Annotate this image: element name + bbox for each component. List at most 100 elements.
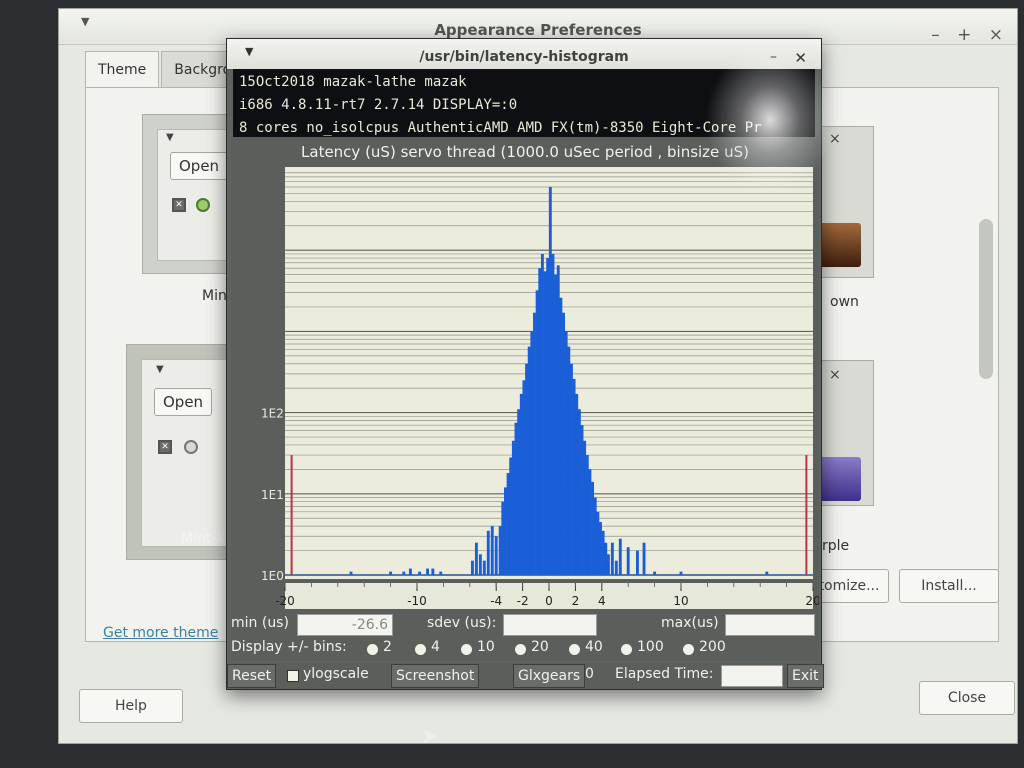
bin-radio-100[interactable] — [621, 644, 632, 655]
x-tick-label: -20 — [275, 594, 295, 608]
menu-arrow-icon: ▼ — [156, 364, 164, 375]
sdev-field[interactable] — [503, 614, 597, 636]
sdev-label: sdev (us): — [427, 615, 497, 631]
menu-arrow-icon: ▼ — [166, 132, 174, 143]
histogram-bar — [543, 271, 547, 575]
x-tick-label: 2 — [572, 594, 580, 608]
ylogscale-checkbox[interactable] — [287, 670, 299, 682]
x-tick-label: 0 — [545, 594, 553, 608]
histogram-bar — [511, 440, 515, 575]
histogram-bar — [474, 542, 478, 575]
reset-button[interactable]: Reset — [227, 664, 277, 688]
get-more-themes-link[interactable]: Get more theme — [103, 625, 218, 641]
radio-icon — [196, 198, 210, 212]
histogram-bar — [642, 542, 646, 575]
histogram-bar — [535, 290, 539, 575]
x-tick-label: 20 — [805, 594, 819, 608]
elapsed-field[interactable] — [721, 665, 783, 687]
open-button: Open — [154, 388, 213, 416]
histogram-bar — [494, 536, 498, 575]
histogram-bar — [583, 440, 587, 575]
histogram-bar — [538, 268, 542, 575]
histogram-bar — [551, 253, 555, 575]
scrollbar[interactable] — [979, 219, 993, 379]
histogram-bar — [564, 331, 568, 575]
bin-label-10: 10 — [477, 639, 495, 655]
action-row: Reset ylogscale Screenshot Glxgears 0 El… — [227, 663, 824, 689]
mouse-cursor-icon: ➤ — [421, 724, 440, 749]
histogram-bar — [635, 550, 639, 575]
histogram-bar — [556, 265, 560, 575]
bins-label: Display +/- bins: — [231, 639, 347, 655]
histogram-bar — [509, 457, 513, 575]
histogram-bar — [596, 511, 600, 575]
close-icon: × — [829, 367, 841, 383]
info-line-date-host: 15Oct2018 mazak-lathe mazak — [239, 74, 467, 90]
help-button[interactable]: Help — [79, 689, 183, 723]
bin-radio-10[interactable] — [461, 644, 472, 655]
histogram-bar — [559, 297, 563, 575]
histogram-bar — [431, 568, 435, 575]
histogram-bar — [418, 571, 422, 575]
histogram-bar — [679, 571, 683, 575]
histogram-bar — [402, 571, 406, 575]
histogram-title: /usr/bin/latency-histogram — [419, 49, 629, 65]
y-tick-label: 1E1 — [261, 488, 284, 502]
histogram-bar — [408, 568, 412, 575]
histogram-bar — [501, 501, 505, 575]
histogram-bar — [439, 571, 443, 575]
theme-label: rple — [822, 538, 850, 554]
window-controls-icon[interactable]: – + × — [931, 25, 1009, 45]
y-tick-label: 1E2 — [261, 407, 284, 421]
histogram-bar — [626, 547, 630, 575]
histogram-titlebar: ▼ /usr/bin/latency-histogram – ✕ — [227, 39, 821, 69]
bin-radio-20[interactable] — [515, 644, 526, 655]
elapsed-label: Elapsed Time: — [615, 666, 714, 682]
histogram-bar — [426, 568, 430, 575]
histogram-bar — [486, 530, 490, 575]
ylogscale-label: ylogscale — [303, 666, 369, 682]
bin-label-4: 4 — [431, 639, 440, 655]
exit-button[interactable]: Exit — [787, 664, 824, 688]
histogram-bar — [533, 312, 536, 575]
histogram-bar — [580, 425, 584, 575]
latency-histogram-window: ▼ /usr/bin/latency-histogram – ✕ 15Oct20… — [226, 38, 824, 690]
close-icon: × — [829, 131, 841, 147]
glxgears-count: 0 — [585, 666, 594, 682]
histogram-plot: 1E01E11E2-20 -10 -4 -2 0 2 4 10 20 — [261, 167, 819, 609]
y-tick-label: 1E0 — [261, 569, 284, 583]
histogram-bar — [540, 253, 544, 575]
minimize-icon[interactable]: – — [770, 49, 777, 65]
bin-radio-200[interactable] — [683, 644, 694, 655]
x-tick-label: -10 — [407, 594, 427, 608]
screenshot-button[interactable]: Screenshot — [391, 664, 480, 688]
histogram-bar — [503, 487, 507, 575]
histogram-bar — [554, 274, 558, 575]
histogram-bar — [567, 346, 571, 575]
glxgears-button[interactable]: Glxgears — [513, 664, 586, 688]
histogram-bar — [527, 346, 531, 575]
x-tick-label: -2 — [517, 594, 529, 608]
checkbox-icon: ✕ — [172, 198, 186, 212]
bin-radio-40[interactable] — [569, 644, 580, 655]
histogram-bar — [601, 530, 605, 575]
theme-label: Min — [202, 288, 227, 304]
min-field[interactable]: -26.6 — [297, 614, 393, 636]
histogram-bar — [490, 526, 494, 575]
histogram-bar — [591, 481, 595, 575]
bin-radio-4[interactable] — [415, 644, 426, 655]
bins-row: Display +/- bins: 2 4 10 20 40 100 200 — [231, 637, 819, 661]
radio-icon — [184, 440, 198, 454]
max-field[interactable] — [725, 614, 815, 636]
close-icon[interactable]: ✕ — [794, 49, 807, 67]
histogram-bar — [562, 312, 565, 575]
checkbox-icon: ✕ — [158, 440, 172, 454]
close-button[interactable]: Close — [919, 681, 1015, 715]
install-button[interactable]: Install... — [899, 569, 999, 603]
bin-radio-2[interactable] — [367, 644, 378, 655]
histogram-bar — [506, 473, 510, 575]
histogram-bar — [349, 571, 353, 575]
histogram-bar — [569, 363, 573, 575]
tab-theme[interactable]: Theme — [85, 51, 160, 89]
histogram-bar — [588, 469, 592, 575]
